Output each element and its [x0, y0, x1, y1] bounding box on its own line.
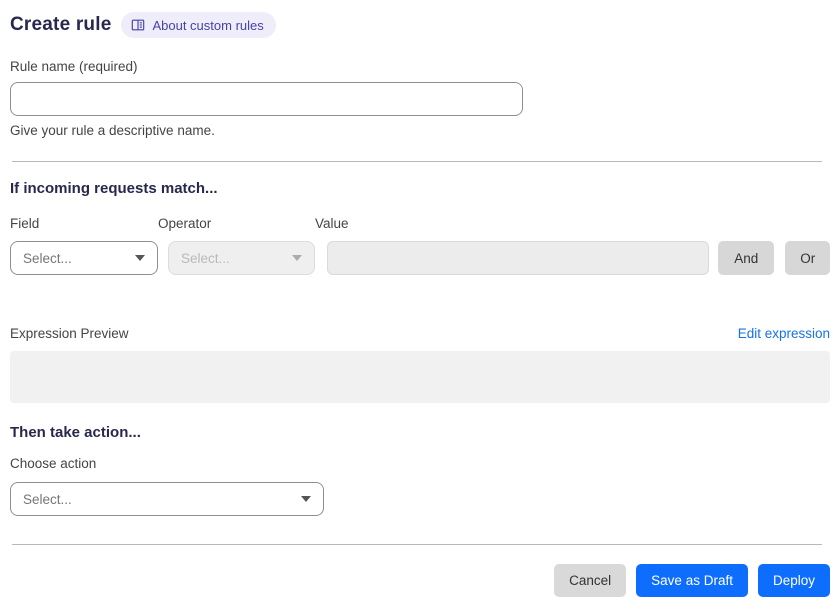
field-select[interactable]: Select...	[10, 241, 158, 275]
choose-action-value: Select...	[23, 491, 72, 507]
chevron-down-icon	[301, 496, 311, 502]
action-section: Then take action... Choose action Select…	[10, 424, 830, 516]
value-input[interactable]	[327, 241, 709, 275]
operator-column: Operator Select...	[158, 216, 315, 275]
rule-name-section: Rule name (required) Give your rule a de…	[10, 59, 830, 138]
and-button[interactable]: And	[718, 241, 775, 275]
field-label: Field	[10, 216, 40, 231]
create-rule-panel: Create rule About custom rules Rule name…	[0, 0, 839, 597]
page-header: Create rule About custom rules	[10, 12, 830, 38]
match-condition-row: Field Select... Operator Select... Value…	[10, 216, 830, 275]
chevron-down-icon	[292, 255, 302, 261]
rule-name-input[interactable]	[10, 82, 523, 116]
deploy-button[interactable]: Deploy	[757, 564, 830, 597]
operator-select[interactable]: Select...	[168, 241, 315, 275]
book-icon	[132, 19, 145, 31]
field-select-value: Select...	[23, 250, 72, 266]
value-label: Value	[315, 216, 349, 231]
value-column: Value	[315, 216, 709, 275]
rule-name-label: Rule name (required)	[10, 59, 138, 74]
expression-preview-box	[10, 351, 830, 403]
page-title: Create rule	[10, 14, 112, 35]
operator-select-value: Select...	[181, 250, 230, 266]
save-as-draft-button[interactable]: Save as Draft	[636, 564, 748, 597]
match-section-heading: If incoming requests match...	[10, 180, 218, 197]
chevron-down-icon	[135, 255, 145, 261]
rule-name-helper: Give your rule a descriptive name.	[10, 123, 215, 138]
about-custom-rules-link[interactable]: About custom rules	[121, 12, 276, 38]
section-divider	[12, 161, 822, 162]
cancel-button[interactable]: Cancel	[554, 564, 627, 597]
footer-actions: Cancel Save as Draft Deploy	[10, 564, 830, 597]
expression-preview-label: Expression Preview	[10, 326, 129, 341]
about-custom-rules-label: About custom rules	[152, 17, 264, 33]
choose-action-select[interactable]: Select...	[10, 482, 324, 516]
edit-expression-link[interactable]: Edit expression	[738, 326, 830, 341]
expression-preview-header: Expression Preview Edit expression	[10, 326, 830, 341]
field-column: Field Select...	[10, 216, 158, 275]
or-button[interactable]: Or	[785, 241, 830, 275]
footer-divider	[12, 544, 822, 545]
choose-action-label: Choose action	[10, 456, 97, 471]
operator-label: Operator	[158, 216, 212, 231]
action-section-heading: Then take action...	[10, 424, 141, 441]
